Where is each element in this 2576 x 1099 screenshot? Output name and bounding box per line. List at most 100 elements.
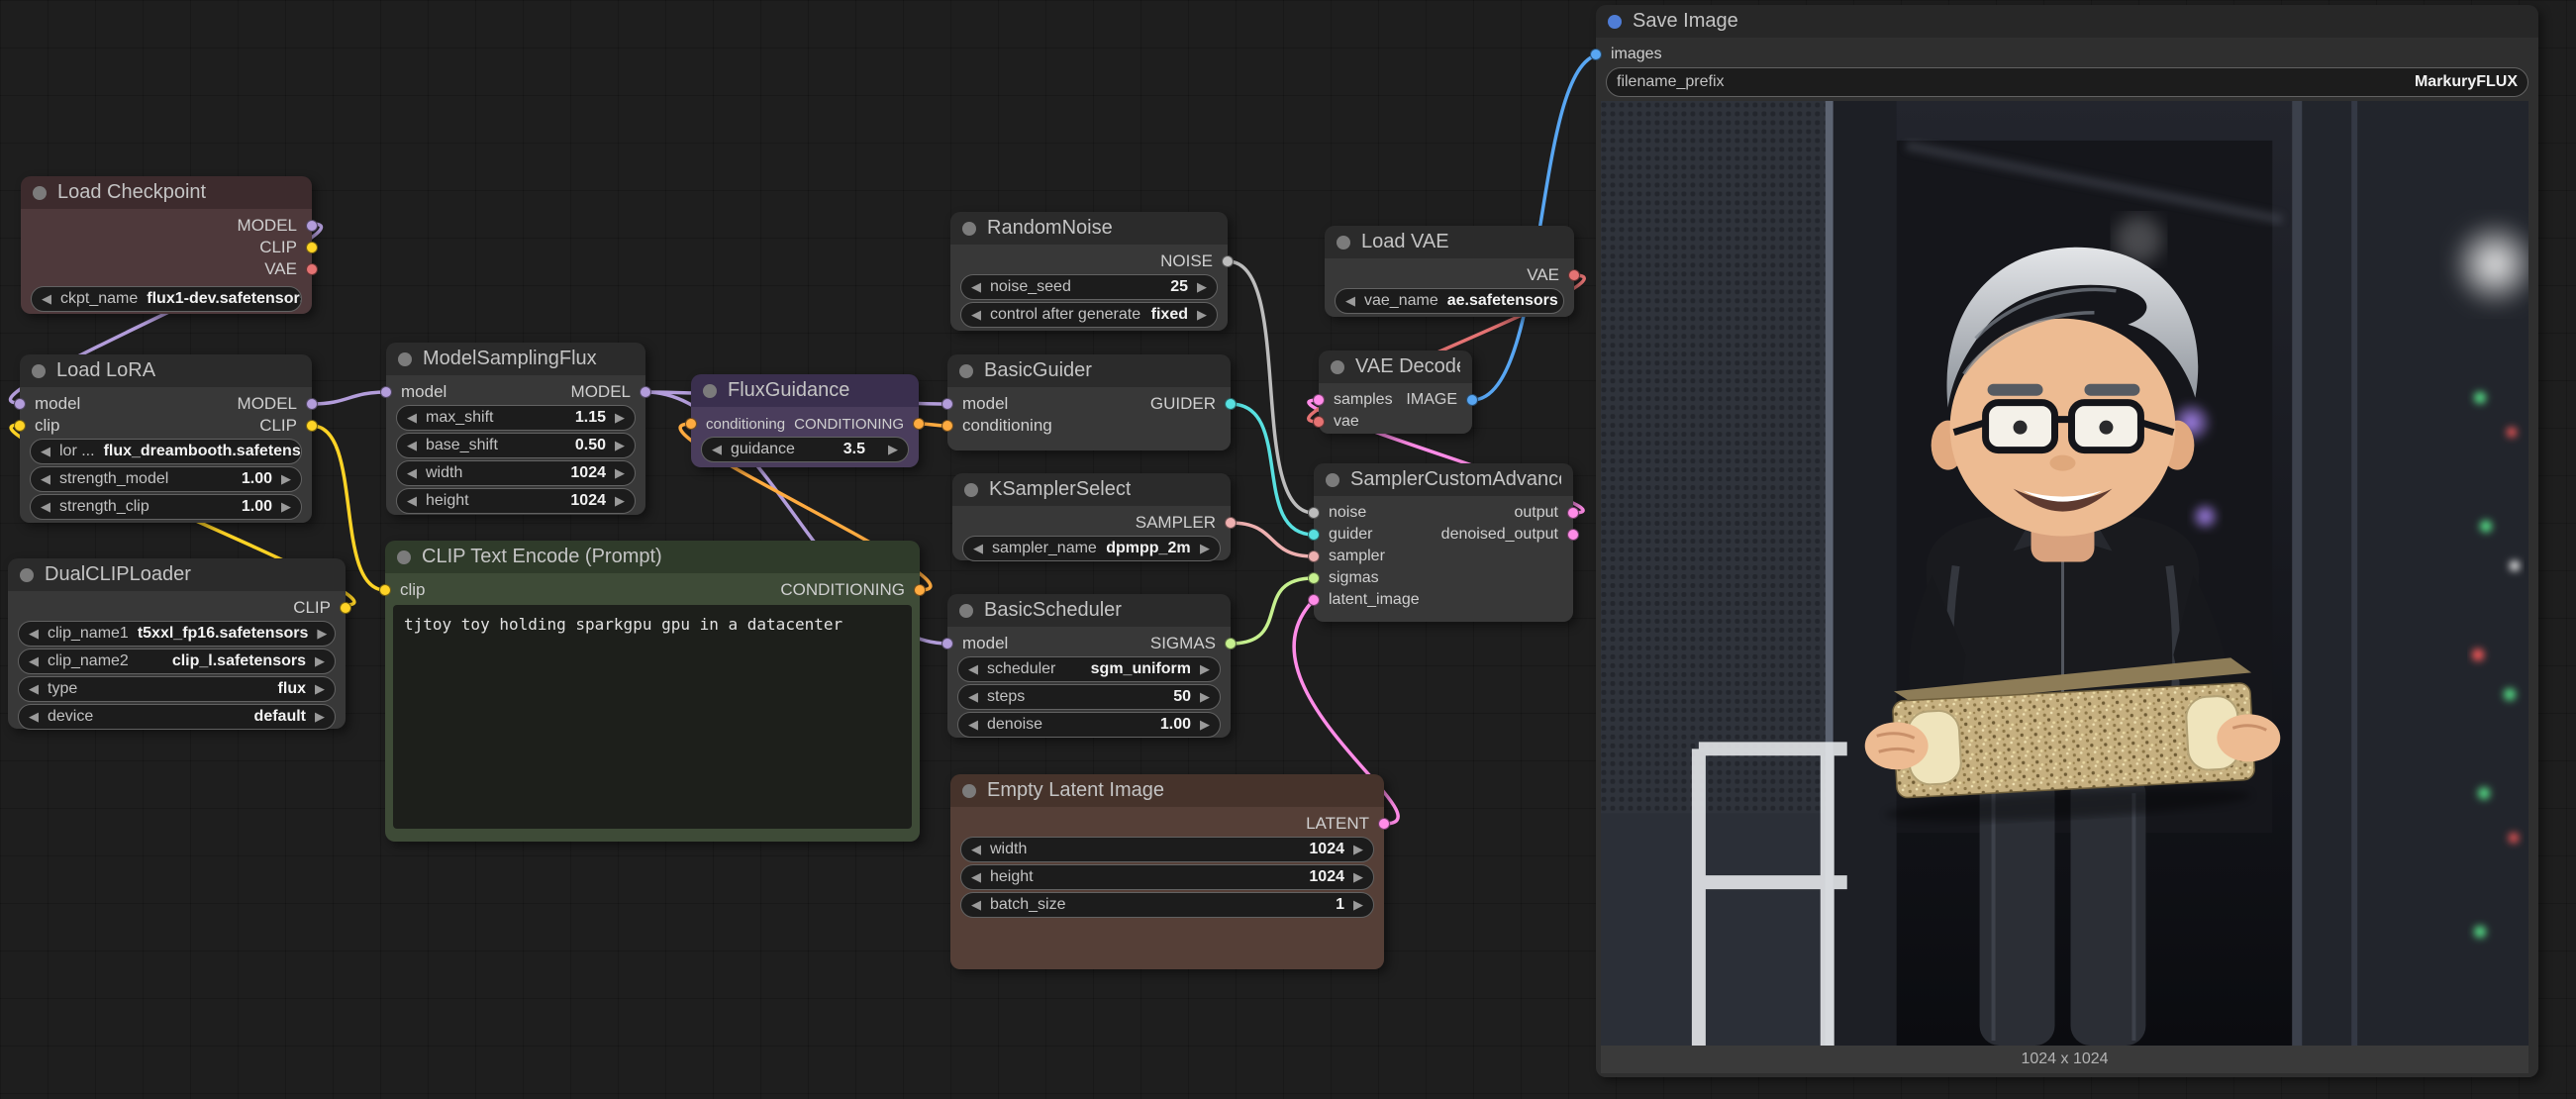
node-basic-guider-header[interactable]: BasicGuider [947, 354, 1231, 387]
collapse-dot[interactable] [703, 384, 717, 398]
widget-width[interactable]: ◀ width 1024 ▶ [396, 460, 636, 486]
node-vae-decode[interactable]: VAE Decode samples IMAGE vae [1319, 350, 1472, 434]
output-dot-denoised-output[interactable] [1567, 529, 1579, 541]
collapse-dot[interactable] [964, 483, 978, 497]
collapse-dot[interactable] [959, 364, 973, 378]
input-dot-conditioning[interactable] [941, 420, 953, 432]
decrement-arrow[interactable]: ◀ [29, 626, 39, 642]
node-basic-scheduler[interactable]: BasicScheduler model SIGMAS ◀ scheduler … [947, 594, 1231, 738]
input-dot-images[interactable] [1590, 49, 1602, 60]
decrement-arrow[interactable]: ◀ [973, 541, 983, 556]
node-empty-latent-image-header[interactable]: Empty Latent Image [950, 774, 1384, 807]
node-dual-clip-loader-header[interactable]: DualCLIPLoader [8, 558, 346, 591]
output-dot-sigmas[interactable] [1225, 638, 1237, 649]
widget-filename-prefix[interactable]: filename_prefix MarkuryFLUX [1606, 67, 2528, 97]
input-dot-model[interactable] [14, 398, 26, 410]
collapse-dot[interactable] [32, 364, 46, 378]
collapse-dot[interactable] [20, 568, 34, 582]
node-random-noise-header[interactable]: RandomNoise [950, 212, 1228, 245]
collapse-dot[interactable] [33, 186, 47, 200]
widget-ckpt-name[interactable]: ◀ ckpt_name flux1-dev.safetensors ▶ [31, 286, 302, 312]
decrement-arrow[interactable]: ◀ [42, 291, 51, 307]
node-flux-guidance-header[interactable]: FluxGuidance [691, 374, 919, 407]
input-dot-vae[interactable] [1313, 416, 1325, 428]
increment-arrow[interactable]: ▶ [1200, 661, 1210, 677]
node-model-sampling-flux[interactable]: ModelSamplingFlux model MODEL ◀ max_shif… [386, 343, 645, 515]
widget-lora-name[interactable]: ◀ lor ... flux_dreambooth.safetensors ▶ [30, 439, 302, 464]
node-save-image-header[interactable]: Save Image [1596, 5, 2538, 38]
widget-clip-name1[interactable]: ◀ clip_name1 t5xxl_fp16.safetensors ▶ [18, 621, 336, 647]
node-load-vae-header[interactable]: Load VAE [1325, 226, 1574, 258]
input-dot-clip[interactable] [14, 420, 26, 432]
output-dot-conditioning[interactable] [913, 418, 925, 430]
node-load-lora-header[interactable]: Load LoRA [20, 354, 312, 387]
decrement-arrow[interactable]: ◀ [29, 653, 39, 669]
node-dual-clip-loader[interactable]: DualCLIPLoader CLIP ◀ clip_name1 t5xxl_f… [8, 558, 346, 729]
output-dot-model[interactable] [306, 398, 318, 410]
decrement-arrow[interactable]: ◀ [29, 709, 39, 725]
collapse-dot[interactable] [959, 604, 973, 618]
output-dot-clip[interactable] [340, 602, 351, 614]
prompt-textarea[interactable]: tjtoy toy holding sparkgpu gpu in a data… [393, 605, 912, 829]
decrement-arrow[interactable]: ◀ [407, 410, 417, 426]
node-load-checkpoint-header[interactable]: Load Checkpoint [21, 176, 312, 209]
decrement-arrow[interactable]: ◀ [968, 689, 978, 705]
output-dot-image[interactable] [1466, 394, 1478, 406]
decrement-arrow[interactable]: ◀ [41, 444, 50, 459]
node-model-sampling-flux-header[interactable]: ModelSamplingFlux [386, 343, 645, 375]
input-dot-noise[interactable] [1308, 507, 1320, 519]
widget-batch-size[interactable]: ◀ batch_size 1 ▶ [960, 892, 1374, 918]
widget-base-shift[interactable]: ◀ base_shift 0.50 ▶ [396, 433, 636, 458]
widget-guidance[interactable]: ◀ guidance 3.5 ▶ [701, 437, 909, 462]
increment-arrow[interactable]: ▶ [615, 493, 625, 509]
graph-canvas[interactable]: { "app_title": "ComfyUI workflow graph",… [0, 0, 2576, 1099]
output-dot-sampler[interactable] [1225, 517, 1237, 529]
input-dot-model[interactable] [380, 386, 392, 398]
node-sampler-custom-advanced-header[interactable]: SamplerCustomAdvanced [1314, 463, 1573, 496]
widget-width[interactable]: ◀ width 1024 ▶ [960, 837, 1374, 862]
increment-arrow[interactable]: ▶ [1200, 541, 1210, 556]
output-dot-latent[interactable] [1378, 818, 1390, 830]
decrement-arrow[interactable]: ◀ [41, 471, 50, 487]
collapse-dot[interactable] [1337, 236, 1350, 250]
increment-arrow[interactable]: ▶ [615, 465, 625, 481]
widget-control-after-generate[interactable]: ◀ control after generate fixed ▶ [960, 302, 1218, 328]
increment-arrow[interactable]: ▶ [317, 626, 327, 642]
increment-arrow[interactable]: ▶ [615, 410, 625, 426]
input-dot-clip[interactable] [379, 584, 391, 596]
decrement-arrow[interactable]: ◀ [712, 442, 722, 457]
increment-arrow[interactable]: ▶ [281, 499, 291, 515]
output-dot-noise[interactable] [1222, 255, 1234, 267]
output-dot-clip[interactable] [306, 420, 318, 432]
increment-arrow[interactable]: ▶ [615, 438, 625, 453]
widget-max-shift[interactable]: ◀ max_shift 1.15 ▶ [396, 405, 636, 431]
increment-arrow[interactable]: ▶ [888, 442, 898, 457]
output-dot-vae[interactable] [1568, 269, 1580, 281]
input-dot-model[interactable] [941, 638, 953, 649]
input-dot-sigmas[interactable] [1308, 572, 1320, 584]
decrement-arrow[interactable]: ◀ [29, 681, 39, 697]
input-dot-model[interactable] [941, 398, 953, 410]
widget-denoise[interactable]: ◀ denoise 1.00 ▶ [957, 712, 1221, 738]
node-sampler-custom-advanced[interactable]: SamplerCustomAdvanced noise output guide… [1314, 463, 1573, 622]
collapse-dot[interactable] [1331, 360, 1344, 374]
node-random-noise[interactable]: RandomNoise NOISE ◀ noise_seed 25 ▶ ◀ co… [950, 212, 1228, 331]
decrement-arrow[interactable]: ◀ [968, 661, 978, 677]
input-dot-conditioning[interactable] [685, 418, 697, 430]
node-clip-text-encode[interactable]: CLIP Text Encode (Prompt) clip CONDITION… [385, 541, 920, 842]
collapse-dot[interactable] [962, 222, 976, 236]
node-load-lora[interactable]: Load LoRA model MODEL clip CLIP ◀ lor ..… [20, 354, 312, 523]
widget-steps[interactable]: ◀ steps 50 ▶ [957, 684, 1221, 710]
widget-scheduler[interactable]: ◀ scheduler sgm_uniform ▶ [957, 656, 1221, 682]
input-dot-guider[interactable] [1308, 529, 1320, 541]
increment-arrow[interactable]: ▶ [1200, 689, 1210, 705]
widget-noise-seed[interactable]: ◀ noise_seed 25 ▶ [960, 274, 1218, 300]
node-load-checkpoint[interactable]: Load Checkpoint MODEL CLIP VAE ◀ ckpt_na… [21, 176, 312, 314]
node-save-image[interactable]: Save Image images filename_prefix Markur… [1596, 5, 2538, 1077]
increment-arrow[interactable]: ▶ [281, 471, 291, 487]
decrement-arrow[interactable]: ◀ [971, 842, 981, 857]
decrement-arrow[interactable]: ◀ [41, 499, 50, 515]
output-dot-guider[interactable] [1225, 398, 1237, 410]
input-dot-latent-image[interactable] [1308, 594, 1320, 606]
decrement-arrow[interactable]: ◀ [968, 717, 978, 733]
